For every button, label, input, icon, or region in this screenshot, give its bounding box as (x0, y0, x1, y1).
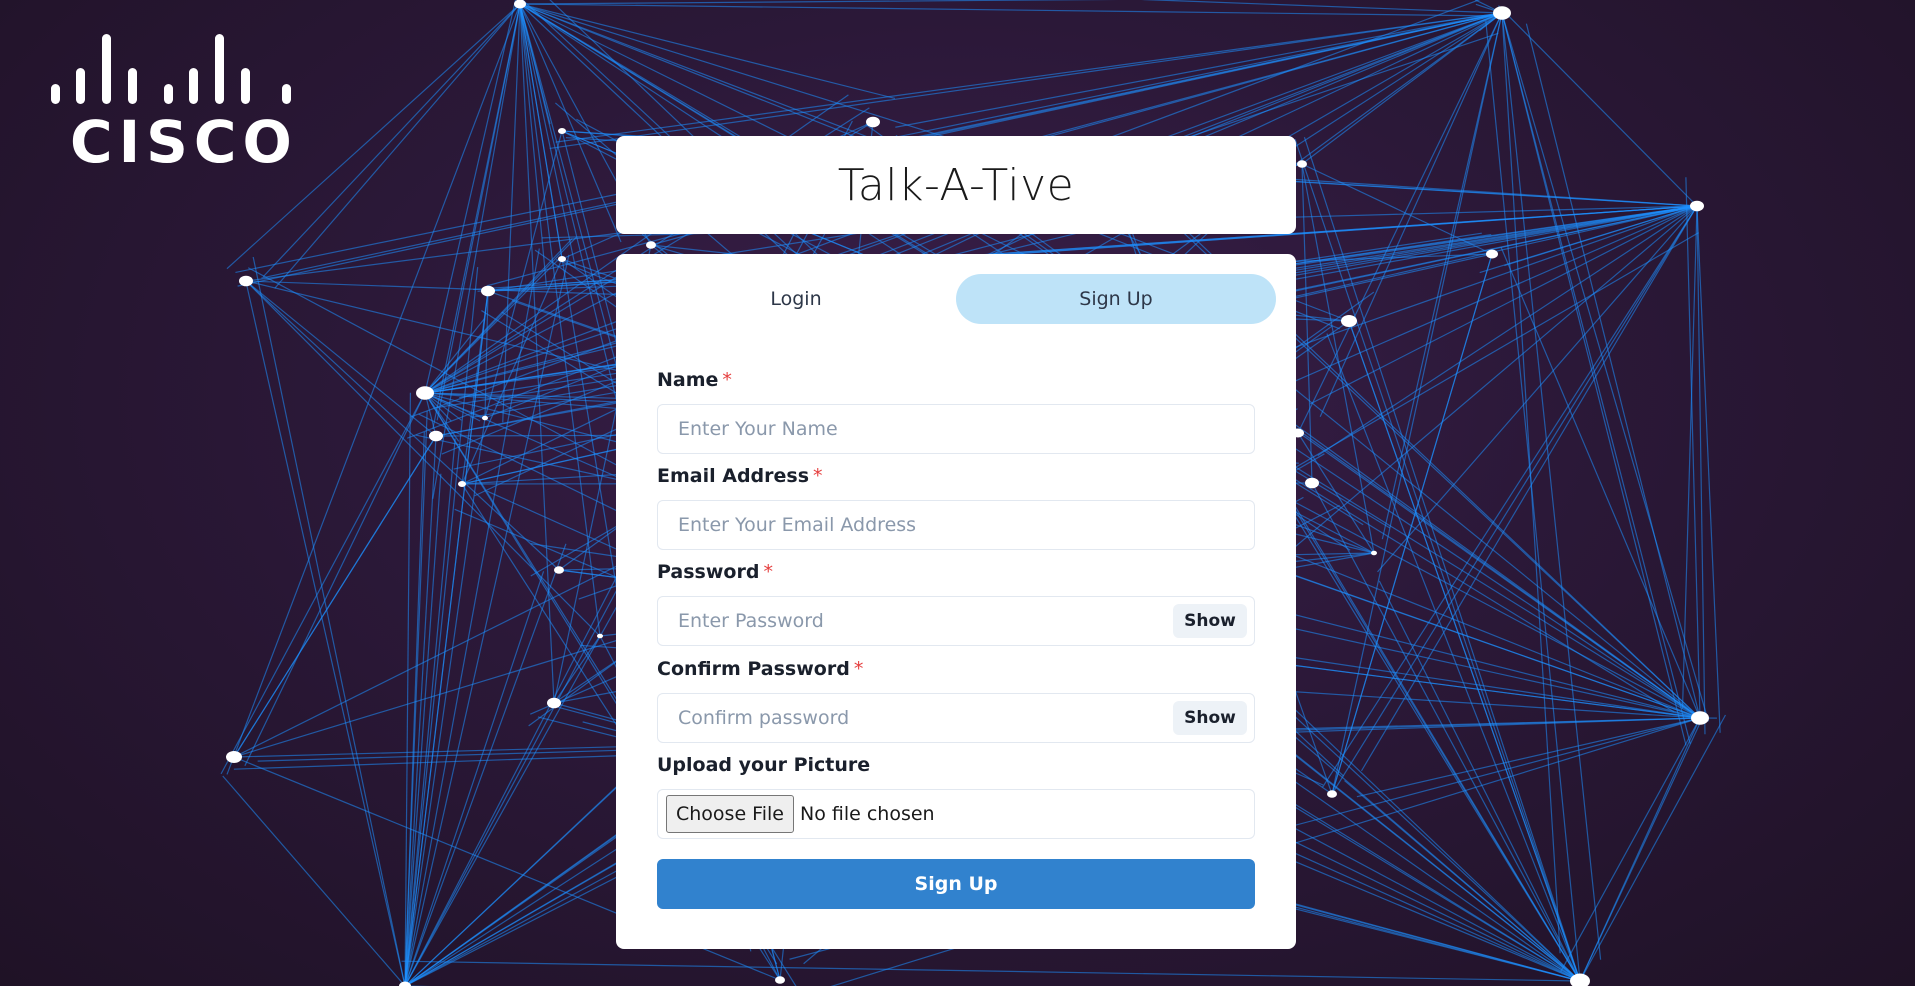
name-required-mark: * (722, 369, 732, 391)
name-label: Name * (657, 369, 732, 391)
file-status-text: No file chosen (799, 803, 935, 825)
password-label: Password * (657, 561, 773, 583)
email-required-mark: * (813, 465, 823, 487)
name-label-text: Name (657, 369, 719, 391)
email-input[interactable] (658, 501, 1254, 549)
cisco-logo-bars-icon (48, 34, 298, 104)
cisco-logo: CISCO (48, 34, 298, 176)
tab-sign-up[interactable]: Sign Up (956, 274, 1276, 324)
confirm-password-input[interactable] (658, 694, 1158, 742)
password-label-text: Password (657, 561, 760, 583)
tab-login[interactable]: Login (636, 274, 956, 324)
picture-label: Upload your Picture (657, 754, 870, 776)
sign-up-submit-button[interactable]: Sign Up (657, 859, 1255, 909)
auth-form-card: Login Sign Up Name* Email Address* Passw… (616, 254, 1296, 949)
password-show-button[interactable]: Show (1173, 604, 1247, 638)
picture-upload-field: Choose File No file chosen (657, 789, 1255, 839)
name-input[interactable] (658, 405, 1254, 453)
app-title-card: Talk-A-Tive (616, 136, 1296, 234)
email-field (657, 500, 1255, 550)
cisco-logo-text: CISCO (70, 108, 298, 176)
password-input[interactable] (658, 597, 1158, 645)
password-required-mark: * (763, 561, 773, 583)
password-field: Show (657, 596, 1255, 646)
auth-tabs: Login Sign Up (636, 274, 1276, 324)
confirm-password-show-button[interactable]: Show (1173, 701, 1247, 735)
confirm-password-label-text: Confirm Password (657, 658, 850, 680)
confirm-password-label: Confirm Password * (657, 658, 863, 680)
email-label-text: Email Address (657, 465, 810, 487)
name-field (657, 404, 1255, 454)
email-label: Email Address * (657, 465, 823, 487)
confirm-password-required-mark: * (853, 658, 864, 680)
confirm-password-field: Show (657, 693, 1255, 743)
app-title: Talk-A-Tive (837, 159, 1075, 211)
choose-file-button[interactable]: Choose File (666, 795, 794, 833)
picture-label-text: Upload your Picture (657, 754, 871, 776)
